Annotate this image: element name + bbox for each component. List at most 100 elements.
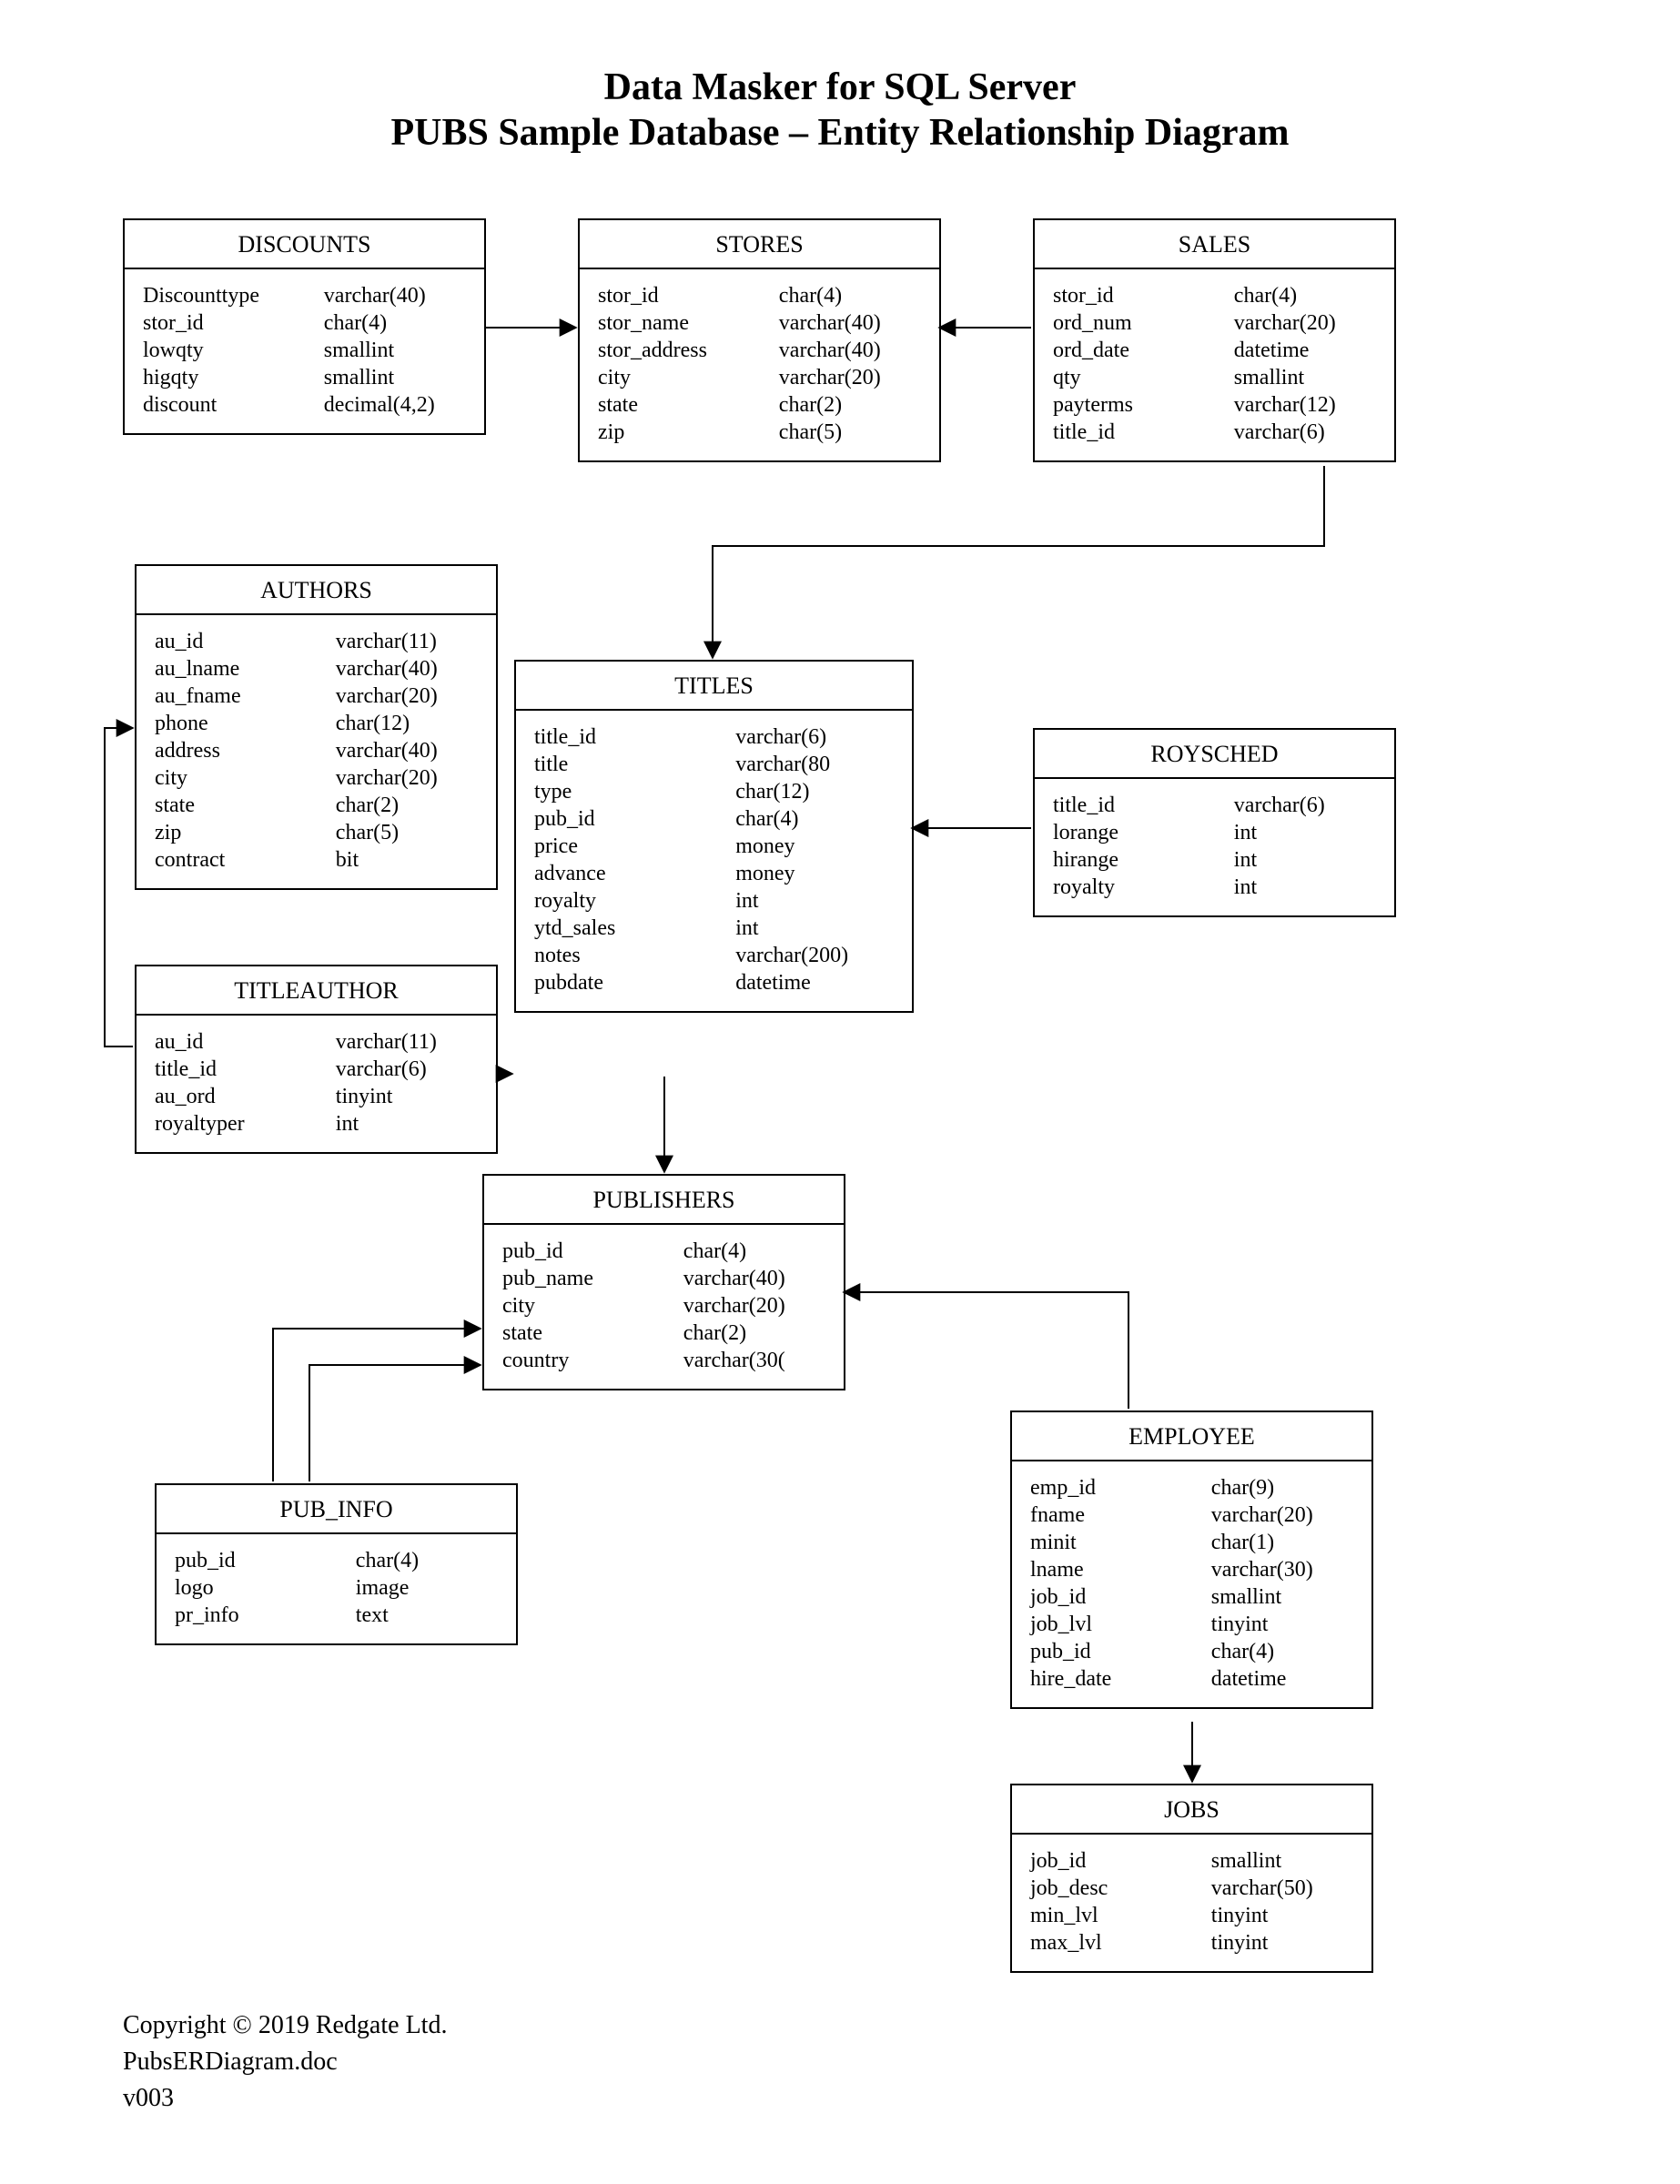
column-name: title_id <box>155 1056 336 1083</box>
column-name: pub_id <box>502 1238 683 1265</box>
column-name: notes <box>534 942 735 969</box>
column-row: pubdatedatetime <box>534 969 894 996</box>
column-name: ytd_sales <box>534 915 735 942</box>
column-row: hire_datedatetime <box>1030 1665 1353 1693</box>
entity-titles: TITLEStitle_idvarchar(6)titlevarchar(80t… <box>514 660 914 1013</box>
column-row: ytd_salesint <box>534 915 894 942</box>
column-row: advancemoney <box>534 860 894 887</box>
column-name: minit <box>1030 1529 1211 1556</box>
column-name: title_id <box>534 723 735 751</box>
edge-pubinfo-publishers-2 <box>309 1365 481 1481</box>
entity-header: SALES <box>1035 220 1394 269</box>
column-row: cityvarchar(20) <box>598 364 921 391</box>
column-name: fname <box>1030 1502 1211 1529</box>
column-name: au_ord <box>155 1083 336 1110</box>
entity-body: stor_idchar(4)stor_namevarchar(40)stor_a… <box>580 269 939 460</box>
column-row: zipchar(5) <box>155 819 478 846</box>
column-type: tinyint <box>1211 1929 1353 1956</box>
column-type: varchar(11) <box>336 1028 478 1056</box>
column-name: discount <box>143 391 324 419</box>
entity-header: TITLES <box>516 662 912 711</box>
column-row: stor_namevarchar(40) <box>598 309 921 337</box>
entity-jobs: JOBSjob_idsmallintjob_descvarchar(50)min… <box>1010 1784 1373 1973</box>
column-type: smallint <box>1211 1583 1353 1611</box>
edge-titleauthor-authors <box>105 728 133 1046</box>
column-row: stor_idchar(4) <box>1053 282 1376 309</box>
column-row: title_idvarchar(6) <box>155 1056 478 1083</box>
entity-employee: EMPLOYEEemp_idchar(9)fnamevarchar(20)min… <box>1010 1410 1373 1709</box>
column-name: price <box>534 833 735 860</box>
edge-sales-titles <box>713 466 1324 658</box>
column-name: pubdate <box>534 969 735 996</box>
column-type: varchar(20) <box>1234 309 1376 337</box>
column-name: higqty <box>143 364 324 391</box>
column-type: smallint <box>324 364 466 391</box>
column-row: job_idsmallint <box>1030 1847 1353 1875</box>
entity-publishers: PUBLISHERSpub_idchar(4)pub_namevarchar(4… <box>482 1174 845 1390</box>
entity-body: au_idvarchar(11)au_lnamevarchar(40)au_fn… <box>137 615 496 888</box>
column-name: lowqty <box>143 337 324 364</box>
column-type: datetime <box>1211 1665 1353 1693</box>
entity-titleauthor: TITLEAUTHORau_idvarchar(11)title_idvarch… <box>135 965 498 1154</box>
column-type: varchar(80 <box>735 751 894 778</box>
column-name: stor_id <box>143 309 324 337</box>
entity-header: STORES <box>580 220 939 269</box>
column-row: notesvarchar(200) <box>534 942 894 969</box>
column-row: lowqtysmallint <box>143 337 466 364</box>
column-type: datetime <box>735 969 894 996</box>
column-type: varchar(6) <box>735 723 894 751</box>
column-row: job_lvltinyint <box>1030 1611 1353 1638</box>
column-name: pub_name <box>502 1265 683 1292</box>
column-row: pub_namevarchar(40) <box>502 1265 825 1292</box>
column-name: contract <box>155 846 336 874</box>
column-row: pub_idchar(4) <box>502 1238 825 1265</box>
column-row: ord_numvarchar(20) <box>1053 309 1376 337</box>
column-row: max_lvltinyint <box>1030 1929 1353 1956</box>
column-name: Discounttype <box>143 282 324 309</box>
column-type: char(1) <box>1211 1529 1353 1556</box>
column-type: char(4) <box>779 282 921 309</box>
column-type: tinyint <box>1211 1902 1353 1929</box>
column-type: int <box>735 887 894 915</box>
entity-body: pub_idchar(4)logoimagepr_infotext <box>157 1534 516 1643</box>
entity-body: job_idsmallintjob_descvarchar(50)min_lvl… <box>1012 1835 1371 1971</box>
column-name: advance <box>534 860 735 887</box>
column-name: phone <box>155 710 336 737</box>
column-type: char(2) <box>683 1320 825 1347</box>
column-type: varchar(30( <box>683 1347 825 1374</box>
entity-header: AUTHORS <box>137 566 496 615</box>
column-type: int <box>336 1110 478 1138</box>
column-type: varchar(40) <box>324 282 466 309</box>
column-row: au_fnamevarchar(20) <box>155 682 478 710</box>
column-row: pr_infotext <box>175 1602 498 1629</box>
column-type: varchar(40) <box>779 309 921 337</box>
column-type: int <box>1234 846 1376 874</box>
column-row: phonechar(12) <box>155 710 478 737</box>
column-row: discountdecimal(4,2) <box>143 391 466 419</box>
column-type: tinyint <box>336 1083 478 1110</box>
column-row: zipchar(5) <box>598 419 921 446</box>
column-type: varchar(11) <box>336 628 478 655</box>
column-type: char(2) <box>779 391 921 419</box>
entity-body: emp_idchar(9)fnamevarchar(20)minitchar(1… <box>1012 1461 1371 1707</box>
column-name: stor_id <box>598 282 779 309</box>
entity-authors: AUTHORSau_idvarchar(11)au_lnamevarchar(4… <box>135 564 498 890</box>
column-name: job_id <box>1030 1583 1211 1611</box>
column-type: varchar(40) <box>336 737 478 764</box>
column-row: titlevarchar(80 <box>534 751 894 778</box>
column-row: logoimage <box>175 1574 498 1602</box>
column-name: lname <box>1030 1556 1211 1583</box>
column-row: pub_idchar(4) <box>175 1547 498 1574</box>
column-name: stor_id <box>1053 282 1234 309</box>
column-type: char(9) <box>1211 1474 1353 1502</box>
column-row: Discounttypevarchar(40) <box>143 282 466 309</box>
column-name: job_lvl <box>1030 1611 1211 1638</box>
column-type: varchar(6) <box>1234 792 1376 819</box>
column-name: au_id <box>155 1028 336 1056</box>
column-row: au_idvarchar(11) <box>155 1028 478 1056</box>
column-row: ord_datedatetime <box>1053 337 1376 364</box>
page-title-line1: Data Masker for SQL Server <box>0 66 1680 109</box>
column-name: state <box>598 391 779 419</box>
edge-employee-publishers <box>844 1292 1128 1409</box>
edge-pubinfo-publishers <box>273 1329 481 1481</box>
